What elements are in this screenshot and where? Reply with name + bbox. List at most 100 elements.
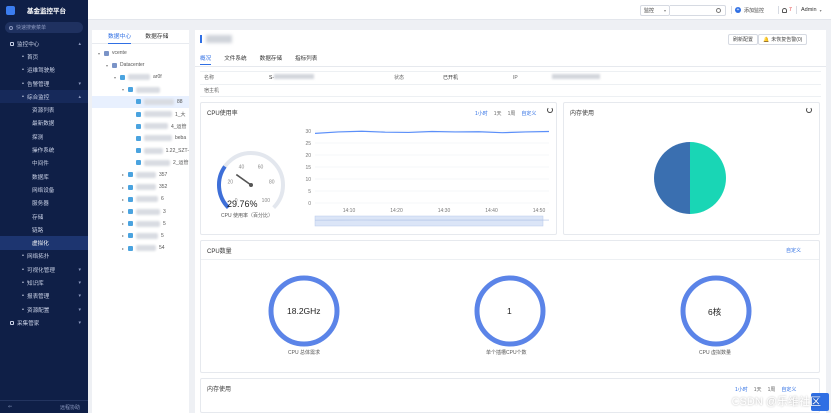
sidebar-item-label: 报表管理 bbox=[26, 294, 50, 301]
user-menu[interactable]: Admin ▾ bbox=[801, 4, 822, 16]
sidebar-item-1[interactable]: • 首页 bbox=[0, 50, 88, 63]
chevron-icon: ▴ bbox=[78, 40, 81, 47]
sidebar-item-16[interactable]: • 网络拓扑 bbox=[0, 250, 88, 263]
sidebar-item-10[interactable]: 数据库 bbox=[0, 170, 88, 183]
card-divider bbox=[201, 259, 819, 260]
single-socket-value: 1 bbox=[507, 306, 512, 316]
sidebar-item-8[interactable]: 操作系统 bbox=[0, 143, 88, 156]
tree-node[interactable]: ▾ Datacenter bbox=[92, 59, 189, 71]
tree-node[interactable]: ▾ ar0f bbox=[92, 71, 189, 83]
range-custom[interactable]: 自定义 bbox=[781, 386, 796, 393]
sidebar-item-21[interactable]: 采集管家 ▾ bbox=[0, 316, 88, 329]
redacted-text bbox=[136, 196, 158, 203]
tree-node-label: 88 bbox=[177, 98, 183, 105]
tree-node[interactable]: ▸ 5 bbox=[92, 218, 189, 230]
sidebar-item-label: 资源列表 bbox=[32, 108, 55, 115]
sidebar-item-6[interactable]: 最新数据 bbox=[0, 117, 88, 130]
add-monitor-button[interactable]: + 添加监控 bbox=[735, 4, 764, 16]
zoom-slider[interactable] bbox=[314, 215, 544, 227]
sidebar-item-12[interactable]: 服务器 bbox=[0, 197, 88, 210]
tree-node[interactable]: ▸ 5 bbox=[92, 230, 189, 242]
tab-filesystem[interactable]: 文件系统 bbox=[224, 54, 246, 65]
host-icon bbox=[128, 184, 133, 190]
tabs-divider bbox=[195, 66, 826, 67]
sidebar-item-20[interactable]: • 资源配置 ▾ bbox=[0, 303, 88, 316]
name-value: S- bbox=[269, 74, 390, 81]
sidebar-item-17[interactable]: • 可视化管理 ▾ bbox=[0, 263, 88, 276]
alerts-button[interactable]: 7 bbox=[782, 4, 792, 16]
sidebar-item-14[interactable]: 链路 bbox=[0, 223, 88, 236]
host-icon bbox=[128, 87, 133, 93]
tree-node[interactable]: ▸ 352 bbox=[92, 181, 189, 193]
title-accent bbox=[200, 35, 202, 43]
tree-node[interactable]: 4_运管 bbox=[92, 120, 189, 132]
sidebar-item-18[interactable]: • 知识库 ▾ bbox=[0, 276, 88, 289]
refresh-icon[interactable] bbox=[547, 107, 553, 113]
sidebar-item-2[interactable]: • 运维驾驶舱 bbox=[0, 64, 88, 77]
sidebar-item-4[interactable]: • 综合监控 ▴ bbox=[0, 90, 88, 104]
tree-node[interactable]: ▾ bbox=[92, 84, 189, 96]
range-1d[interactable]: 1天 bbox=[494, 110, 502, 117]
tree-node[interactable]: ▸ 54 bbox=[92, 242, 189, 254]
sidebar-item-19[interactable]: • 报表管理 ▾ bbox=[0, 290, 88, 303]
tree-node[interactable]: ▸ 357 bbox=[92, 169, 189, 181]
unhandled-alerts-button[interactable]: 🔔 未恢复告警(0) bbox=[758, 34, 808, 45]
sidebar-item-13[interactable]: 存储 bbox=[0, 210, 88, 223]
cpu-count-custom[interactable]: 自定义 bbox=[786, 247, 801, 254]
collapse-icon[interactable]: ⇐ bbox=[8, 404, 12, 410]
x-tick-label: 14:50 bbox=[533, 208, 546, 214]
range-1h[interactable]: 1小时 bbox=[735, 386, 748, 393]
bullet-icon: • bbox=[22, 93, 24, 100]
range-custom[interactable]: 自定义 bbox=[521, 110, 536, 117]
tree-nodes: ▾ vcente ▾ Datacenter ▾ ar0f ▾ 88 1_大 4_运管beba 1.2… bbox=[92, 44, 189, 254]
memory-usage-card: 内存使用 1小时 1天 1周 自定义 bbox=[200, 378, 820, 413]
sidebar-search-input[interactable]: 快速搜索菜单 bbox=[5, 22, 83, 33]
remote-assist-link[interactable]: 远程协助 bbox=[60, 404, 80, 411]
sidebar-item-label: 网络设备 bbox=[32, 187, 55, 194]
gauge-needle bbox=[235, 173, 252, 186]
tree-node[interactable]: ▸ 6 bbox=[92, 193, 189, 205]
tree-node[interactable]: ▸ 3 bbox=[92, 205, 189, 217]
tree-node[interactable]: 1.22_SZT- bbox=[92, 145, 189, 157]
tree-node[interactable]: 2_运管 bbox=[92, 157, 189, 169]
tree-node[interactable]: 88 bbox=[92, 95, 189, 108]
refresh-icon[interactable] bbox=[806, 107, 812, 113]
divider bbox=[778, 6, 779, 14]
tab-overview[interactable]: 概况 bbox=[200, 54, 212, 65]
sidebar-item-9[interactable]: 中间件 bbox=[0, 157, 88, 170]
range-1w[interactable]: 1周 bbox=[768, 386, 776, 393]
tree-node[interactable]: 1_大 bbox=[92, 108, 189, 120]
bullet-icon: • bbox=[22, 253, 24, 260]
title-redacted bbox=[206, 35, 232, 43]
sidebar-item-15[interactable]: 虚拟化 bbox=[0, 236, 88, 250]
tree-node[interactable]: beba bbox=[92, 132, 189, 144]
redacted-text bbox=[136, 171, 156, 178]
refresh-config-button[interactable]: 刷新配置 bbox=[728, 34, 759, 45]
tree-node-label: beba bbox=[175, 135, 187, 142]
host-icon bbox=[128, 209, 133, 215]
cpu-line-chart: 30 25 20 15 10 5 0 14:10 14:20 14:30 14:40 14:50 bbox=[305, 129, 550, 227]
tab-datastore[interactable]: 数据存储 bbox=[260, 54, 282, 65]
bullet-icon: • bbox=[22, 279, 24, 286]
tree-node[interactable]: ▾ vcente bbox=[92, 47, 189, 59]
tab-datacenter[interactable]: 数据中心 bbox=[108, 30, 132, 44]
sidebar-item-7[interactable]: 探测 bbox=[0, 130, 88, 143]
sidebar-item-11[interactable]: 网络设备 bbox=[0, 183, 88, 196]
tab-metrics[interactable]: 指标列表 bbox=[295, 54, 317, 65]
sidebar-item-5[interactable]: 资源列表 bbox=[0, 103, 88, 116]
total-ghz-value: 18.2GHz bbox=[287, 306, 321, 316]
sidebar-item-label: 告警管理 bbox=[26, 81, 50, 88]
cpu-usage-card: CPU使用率 1小时 1天 1周 自定义 0 20 40 60 80 100 29.76%… bbox=[200, 102, 557, 235]
search-type-select[interactable]: 监控 ▾ bbox=[640, 5, 670, 16]
range-1d[interactable]: 1天 bbox=[754, 386, 762, 393]
tab-datastore[interactable]: 数据存储 bbox=[145, 30, 168, 44]
memory-pie-chart bbox=[654, 142, 726, 214]
gauge-value: 29.76% bbox=[227, 199, 258, 209]
sidebar-item-0[interactable]: 监控中心 ▴ bbox=[0, 37, 88, 50]
cpu-series-line bbox=[314, 130, 550, 134]
sidebar-item-3[interactable]: • 告警管理 ▾ bbox=[0, 77, 88, 90]
range-1h[interactable]: 1小时 bbox=[475, 110, 488, 117]
tree-tabs: 数据中心 数据存储 bbox=[92, 30, 189, 44]
global-search-input[interactable] bbox=[670, 5, 726, 16]
range-1w[interactable]: 1周 bbox=[508, 110, 516, 117]
